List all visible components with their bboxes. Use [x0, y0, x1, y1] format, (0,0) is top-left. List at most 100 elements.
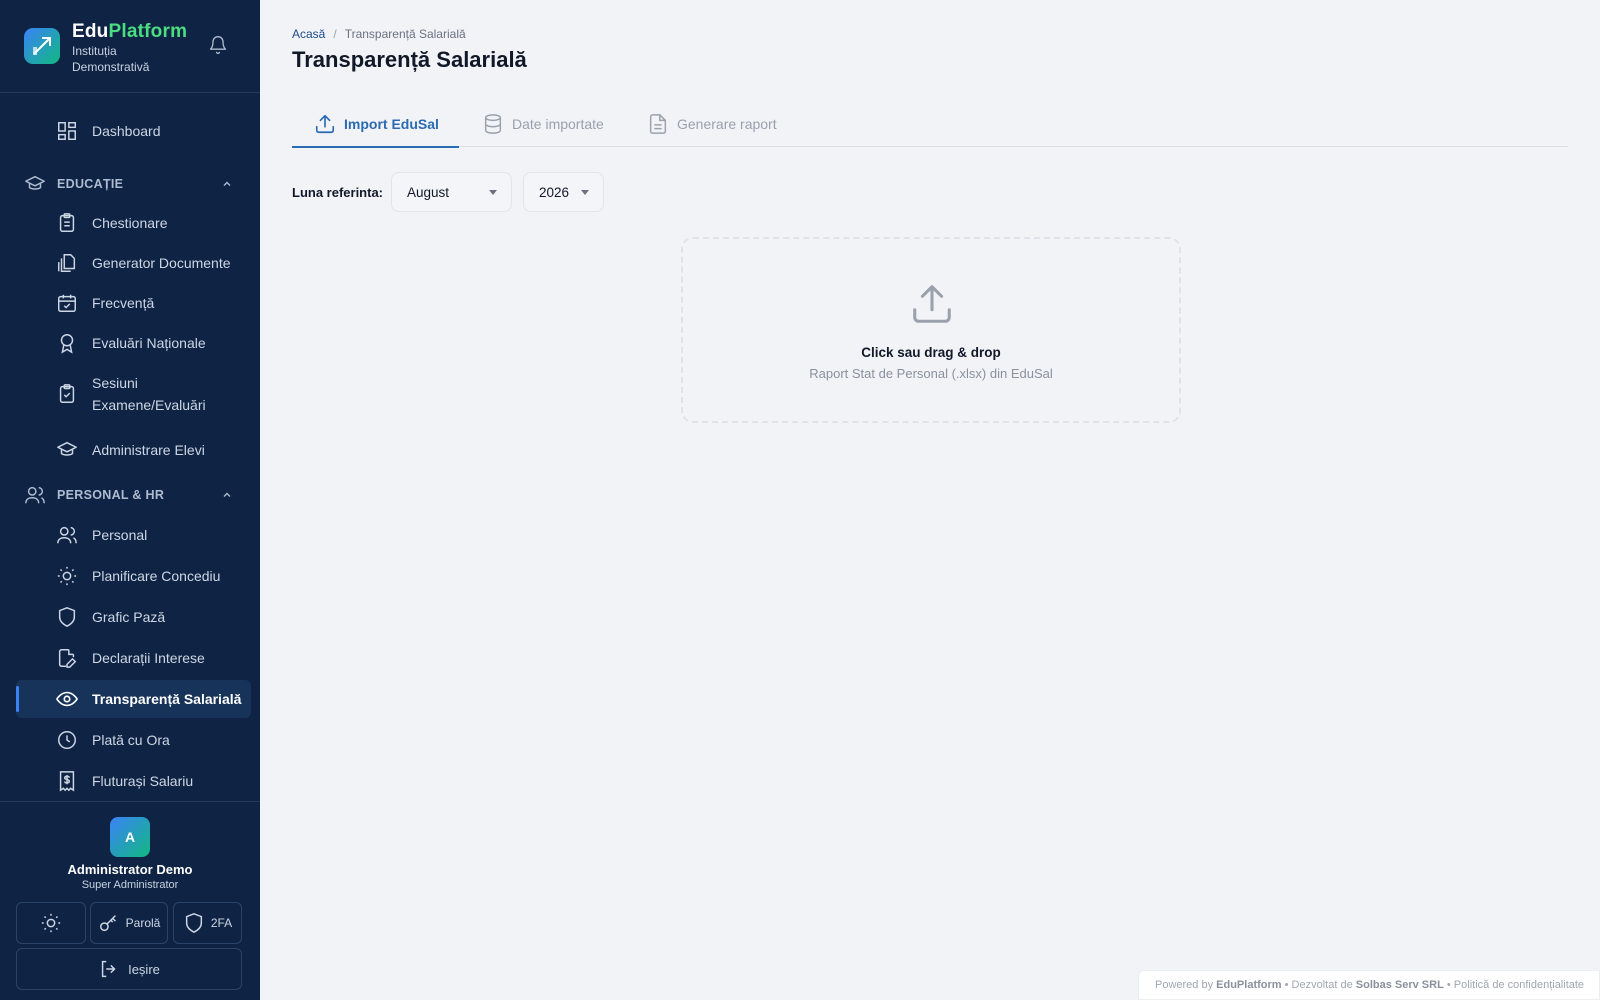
breadcrumb-separator: / — [333, 27, 337, 41]
sidebar-item-label: Planificare Concediu — [92, 568, 221, 584]
dropzone-subtitle: Raport Stat de Personal (.xlsx) din EduS… — [809, 366, 1053, 381]
footer-bullet: • — [1284, 979, 1289, 991]
sidebar-item-transparenta-salariala[interactable]: Transparență Salarială — [16, 680, 251, 718]
tab-label: Date importate — [512, 115, 604, 132]
calendar-check-icon — [58, 294, 76, 312]
sidebar-item-label: Dashboard — [92, 123, 161, 139]
database-icon — [484, 113, 502, 134]
documents-icon — [58, 254, 76, 272]
clock-icon — [58, 731, 76, 749]
chevron-up-icon — [223, 492, 231, 497]
clipboard-check-icon — [59, 384, 75, 403]
footer-developed-by: Dezvoltat de — [1291, 979, 1353, 991]
sidebar-item-sesiuni-examene[interactable]: Sesiuni Examene/Evaluări — [16, 370, 251, 418]
institution-name: Instituția Demonstrativă — [72, 44, 150, 74]
sidebar-item-label: Declarații Interese — [92, 650, 205, 666]
footer-powered-by: Powered by — [1155, 979, 1214, 991]
sidebar-item-personal[interactable]: Personal — [16, 516, 251, 554]
sidebar-item-label: Evaluări Naționale — [92, 335, 206, 351]
user-role: Super Administrator — [81, 879, 179, 891]
clipboard-list-icon — [59, 213, 75, 232]
sidebar-item-dashboard[interactable]: Dashboard — [16, 112, 251, 150]
brand-name: EduPlatform — [72, 21, 187, 43]
sun-icon — [41, 913, 61, 933]
logout-label: Ieșire — [128, 961, 160, 977]
app-logo — [24, 28, 60, 64]
twofa-button[interactable]: 2FA — [173, 902, 242, 944]
main-content: Acasă / Transparență Salarială Transparenț… — [260, 0, 1600, 1000]
section-title: EDUCAȚIE — [57, 177, 124, 191]
sidebar-item-label: Frecvență — [92, 295, 155, 311]
bell-icon[interactable] — [208, 35, 228, 55]
award-icon — [60, 334, 74, 354]
sidebar-item-grafic-paza[interactable]: Grafic Pază — [16, 598, 251, 636]
sidebar-item-declaratii-interese[interactable]: Declarații Interese — [16, 639, 251, 677]
section-personal-hr[interactable]: PERSONAL & HR — [16, 478, 251, 512]
month-value: August — [407, 184, 450, 200]
graduation-cap-icon — [57, 441, 77, 456]
users-icon — [25, 486, 45, 504]
sidebar-item-label: Chestionare — [92, 215, 168, 231]
sidebar-item-label: Grafic Pază — [92, 609, 166, 625]
password-label: Parolă — [125, 916, 161, 930]
user-panel: A Administrator Demo Super Administrator… — [0, 801, 260, 1000]
sidebar: EduPlatform Instituția Demonstrativă Das… — [0, 0, 260, 1000]
sidebar-item-administrare-elevi[interactable]: Administrare Elevi — [16, 431, 251, 469]
sun-icon — [57, 566, 77, 586]
breadcrumb-home-link[interactable]: Acasă — [292, 27, 325, 41]
year-select[interactable]: 2026 — [523, 172, 604, 212]
section-title: PERSONAL & HR — [57, 488, 165, 502]
sidebar-item-generator-documente[interactable]: Generator Documente — [16, 244, 251, 282]
sidebar-item-frecventa[interactable]: Frecvență — [16, 284, 251, 322]
graduation-cap-icon — [25, 175, 45, 190]
logout-button[interactable]: Ieșire — [16, 948, 242, 990]
avatar[interactable]: A — [110, 817, 150, 857]
sidebar-item-chestionare[interactable]: Chestionare — [16, 204, 251, 242]
privacy-policy-link[interactable]: Politică de confidențialitate — [1454, 979, 1584, 991]
tab-date-importate[interactable]: Date importate — [482, 100, 604, 147]
tab-import-edusal[interactable]: Import EduSal — [292, 100, 459, 148]
users-icon — [57, 526, 77, 544]
dropzone-title: Click sau drag & drop — [861, 345, 1001, 360]
sidebar-item-label: Fluturași Salariu — [92, 773, 194, 789]
tab-generare-raport[interactable]: Generare raport — [647, 100, 777, 147]
footer-company: Solbas Serv SRL — [1355, 979, 1444, 991]
month-select[interactable]: August — [391, 172, 512, 212]
month-label: Luna referinta: — [292, 185, 384, 200]
breadcrumb-current: Transparență Salarială — [344, 27, 466, 41]
breadcrumb: Acasă / Transparență Salarială — [292, 27, 466, 41]
sidebar-item-label: Sesiuni Examene/Evaluări — [92, 375, 206, 413]
sidebar-item-fluturasi-salariu[interactable]: Fluturași Salariu — [16, 762, 251, 800]
file-dropzone[interactable]: Click sau drag & drop Raport Stat de Per… — [681, 237, 1181, 423]
year-value: 2026 — [539, 184, 570, 200]
tab-label: Import EduSal — [344, 115, 439, 132]
sidebar-item-label: Generator Documente — [92, 255, 231, 271]
shield-icon — [58, 607, 76, 627]
sidebar-item-label: Plată cu Ora — [92, 732, 170, 748]
password-button[interactable]: Parolă — [90, 902, 168, 944]
section-educatie[interactable]: EDUCAȚIE — [16, 167, 251, 201]
eye-icon — [56, 691, 78, 707]
sidebar-item-evaluari-nationale[interactable]: Evaluări Naționale — [16, 324, 251, 362]
file-text-icon — [649, 113, 667, 134]
dashboard-icon — [58, 122, 76, 140]
sidebar-item-label: Personal — [92, 527, 148, 543]
tab-bar: Import EduSal Date importate Generare ra… — [292, 100, 1568, 148]
logout-icon — [101, 960, 116, 978]
file-edit-icon — [58, 649, 77, 668]
footer-brand: EduPlatform — [1216, 979, 1282, 991]
footer: Powered by EduPlatform • Dezvoltat de So… — [1138, 970, 1600, 1000]
theme-toggle-button[interactable] — [16, 902, 86, 944]
chevron-up-icon — [223, 181, 231, 186]
chevron-down-icon — [581, 190, 589, 195]
sidebar-item-planificare-concediu[interactable]: Planificare Concediu — [16, 557, 251, 595]
footer-bullet: • — [1446, 979, 1451, 991]
page-title: Transparență Salarială — [292, 47, 527, 72]
brand-name-part1: Edu — [72, 21, 109, 42]
sidebar-item-plata-cu-ora[interactable]: Plată cu Ora — [16, 721, 251, 759]
shield-icon — [185, 913, 202, 933]
sidebar-item-label: Transparență Salarială — [92, 691, 242, 707]
sidebar-item-label: Administrare Elevi — [92, 442, 205, 458]
brand-name-part2: Platform — [108, 21, 188, 42]
user-name: Administrator Demo — [67, 862, 193, 877]
